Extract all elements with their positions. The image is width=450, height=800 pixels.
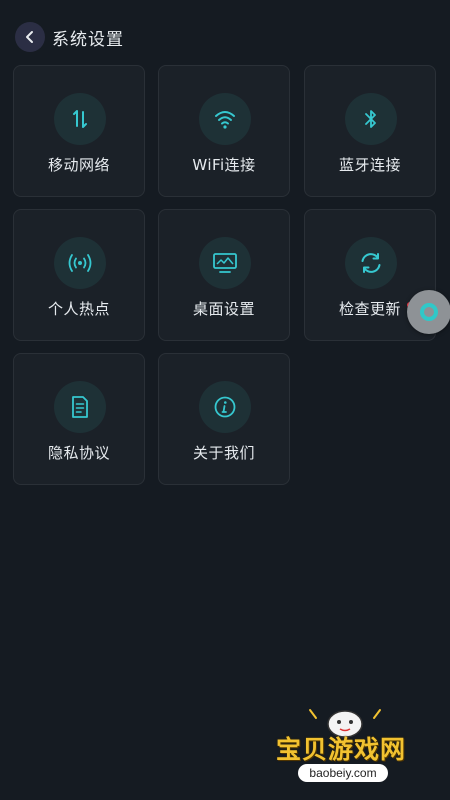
tile-desktop[interactable]: 桌面设置 — [158, 209, 290, 341]
tile-label: 移动网络 — [47, 156, 110, 174]
back-button[interactable] — [15, 22, 45, 52]
tile-mobile-network[interactable]: 移动网络 — [13, 65, 145, 197]
tile-label: 蓝牙连接 — [338, 156, 401, 174]
tile-hotspot[interactable]: 个人热点 — [13, 209, 145, 341]
wifi-icon — [199, 93, 251, 145]
document-icon — [54, 381, 106, 433]
refresh-icon — [345, 237, 397, 289]
tile-label: 隐私协议 — [47, 444, 110, 462]
desktop-icon — [199, 237, 251, 289]
mobile-data-icon — [54, 93, 106, 145]
ring-icon — [420, 303, 438, 321]
watermark-name: 宝贝游戏网 — [276, 735, 407, 764]
watermark-logo: 宝贝游戏网 baobeiy.com — [270, 700, 420, 792]
tile-label: WiFi连接 — [192, 156, 256, 174]
chevron-left-icon — [26, 31, 33, 43]
page-title: 系统设置 — [52, 30, 124, 50]
tile-label: 个人热点 — [47, 300, 110, 318]
tile-bluetooth[interactable]: 蓝牙连接 — [304, 65, 436, 197]
watermark-url: baobeiy.com — [298, 764, 388, 782]
info-icon — [199, 381, 251, 433]
tile-label: 关于我们 — [192, 444, 255, 462]
hotspot-icon — [54, 237, 106, 289]
floating-assistant-button[interactable] — [407, 290, 450, 334]
header: 系统设置 — [0, 0, 450, 64]
tile-label: 桌面设置 — [192, 300, 255, 318]
tile-about[interactable]: 关于我们 — [158, 353, 290, 485]
bluetooth-icon — [345, 93, 397, 145]
tile-privacy[interactable]: 隐私协议 — [13, 353, 145, 485]
tile-wifi[interactable]: WiFi连接 — [158, 65, 290, 197]
